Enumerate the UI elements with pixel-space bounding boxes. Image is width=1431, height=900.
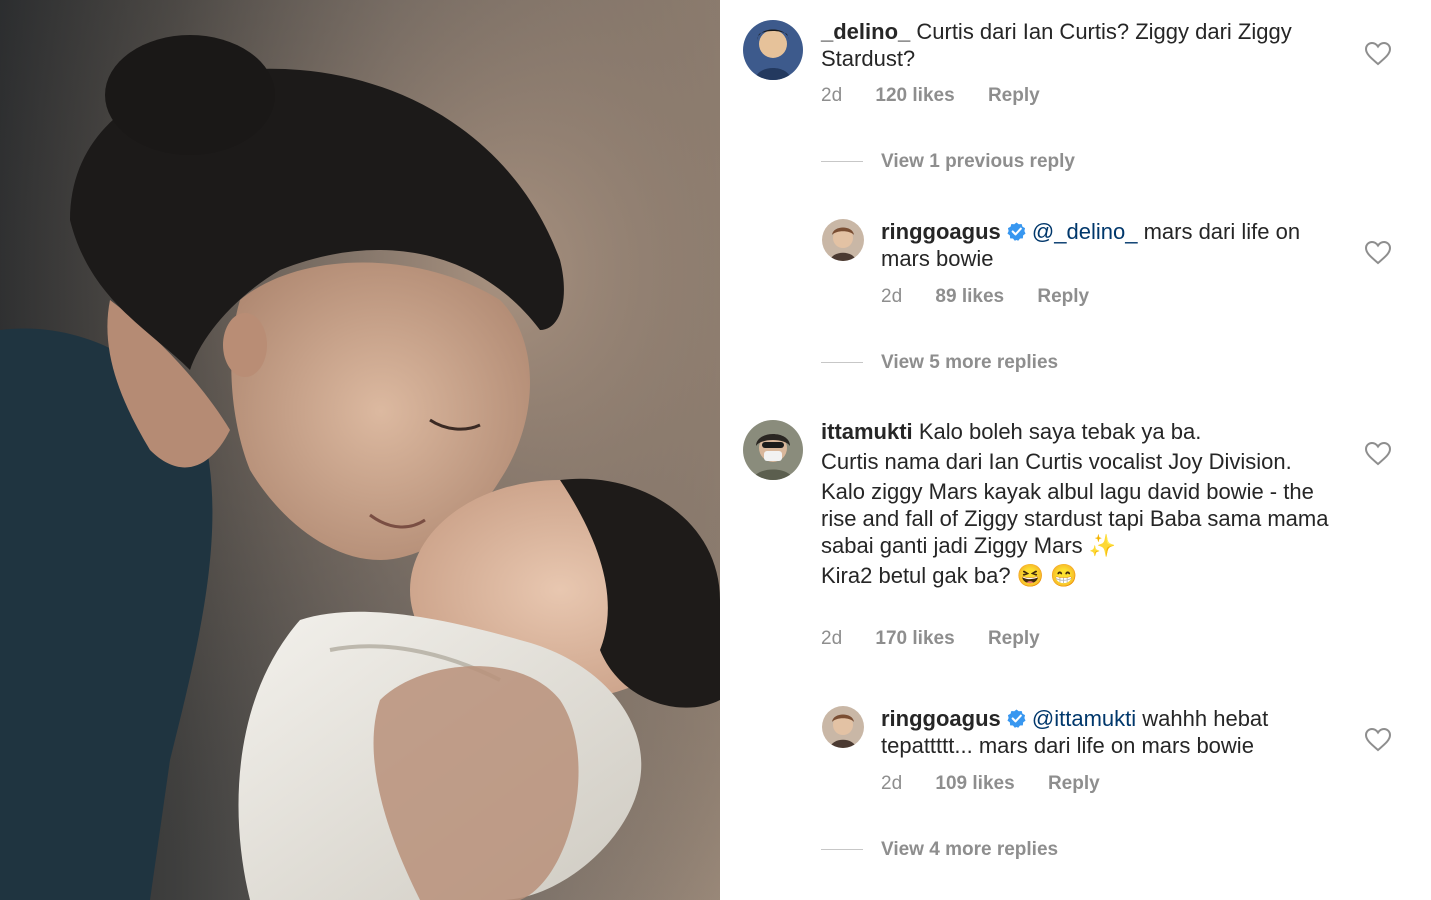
timestamp: 2d [821,628,843,649]
reply-item: ringgoagus @_delino_ mars dari life on m… [720,200,1431,330]
verified-badge-icon [1007,222,1026,241]
reply-button[interactable]: Reply [1037,286,1089,307]
likes-count[interactable]: 120 likes [875,85,954,106]
likes-count[interactable]: 170 likes [875,628,954,649]
heart-icon[interactable] [1365,728,1391,752]
comment-line: ittamukti Kalo boleh saya tebak ya ba. [821,418,1331,445]
likes-count[interactable]: 89 likes [935,286,1004,307]
view-more-replies-label: View 4 more replies [881,839,1059,860]
divider-line [821,161,863,163]
post-photo [0,0,720,900]
reply-button[interactable]: Reply [1048,773,1100,794]
avatar[interactable] [822,219,864,261]
username[interactable]: ringgoagus [881,706,1001,731]
username[interactable]: _delino_ [821,19,910,44]
reply-button[interactable]: Reply [988,628,1040,649]
timestamp: 2d [881,773,903,794]
view-more-replies[interactable]: View 5 more replies [821,352,1058,374]
view-previous-replies-label: View 1 previous reply [881,151,1075,172]
reply-meta: 2d 89 likes Reply [881,286,1117,308]
reply-text-block: ringgoagus @_delino_ mars dari life on m… [881,218,1341,272]
comment-item: ittamukti Kalo boleh saya tebak ya ba. C… [720,400,1431,660]
reply-button[interactable]: Reply [988,85,1040,106]
view-more-replies[interactable]: View 4 more replies [821,839,1058,861]
reply-text-block: ringgoagus @ittamukti wahhh hebat tepatt… [881,705,1341,759]
comment-text-block: ittamukti Kalo boleh saya tebak ya ba. C… [821,418,1331,589]
comment-meta: 2d 170 likes Reply [821,628,1068,650]
avatar[interactable] [822,706,864,748]
comment-text: Kalo boleh saya tebak ya ba. [918,419,1202,444]
likes-count[interactable]: 109 likes [935,773,1014,794]
timestamp: 2d [881,286,903,307]
comment-line: Curtis nama dari Ian Curtis vocalist Joy… [821,449,1292,474]
mention-link[interactable]: @_delino_ [1032,219,1138,244]
comment-meta: 2d 120 likes Reply [821,85,1068,107]
heart-icon[interactable] [1365,42,1391,66]
username[interactable]: ittamukti [821,419,913,444]
timestamp: 2d [821,85,843,106]
reply-meta: 2d 109 likes Reply [881,773,1128,795]
divider-line [821,849,863,851]
avatar[interactable] [743,20,803,80]
comment-line: Kira2 betul gak ba? 😆 😁 [821,563,1078,588]
view-more-replies-label: View 5 more replies [881,352,1059,373]
divider-line [821,362,863,364]
heart-icon[interactable] [1365,442,1391,466]
photo-illustration [0,0,720,900]
comment-text-block: _delino_ Curtis dari Ian Curtis? Ziggy d… [821,18,1301,72]
comments-panel: _delino_ Curtis dari Ian Curtis? Ziggy d… [720,0,1431,900]
view-previous-replies[interactable]: View 1 previous reply [821,151,1075,173]
mention-link[interactable]: @ittamukti [1032,706,1136,731]
comment-line: Kalo ziggy Mars kayak albul lagu david b… [821,479,1329,558]
username[interactable]: ringgoagus [881,219,1001,244]
reply-item: ringgoagus @ittamukti wahhh hebat tepatt… [720,687,1431,817]
avatar[interactable] [743,420,803,480]
verified-badge-icon [1007,709,1026,728]
heart-icon[interactable] [1365,241,1391,265]
